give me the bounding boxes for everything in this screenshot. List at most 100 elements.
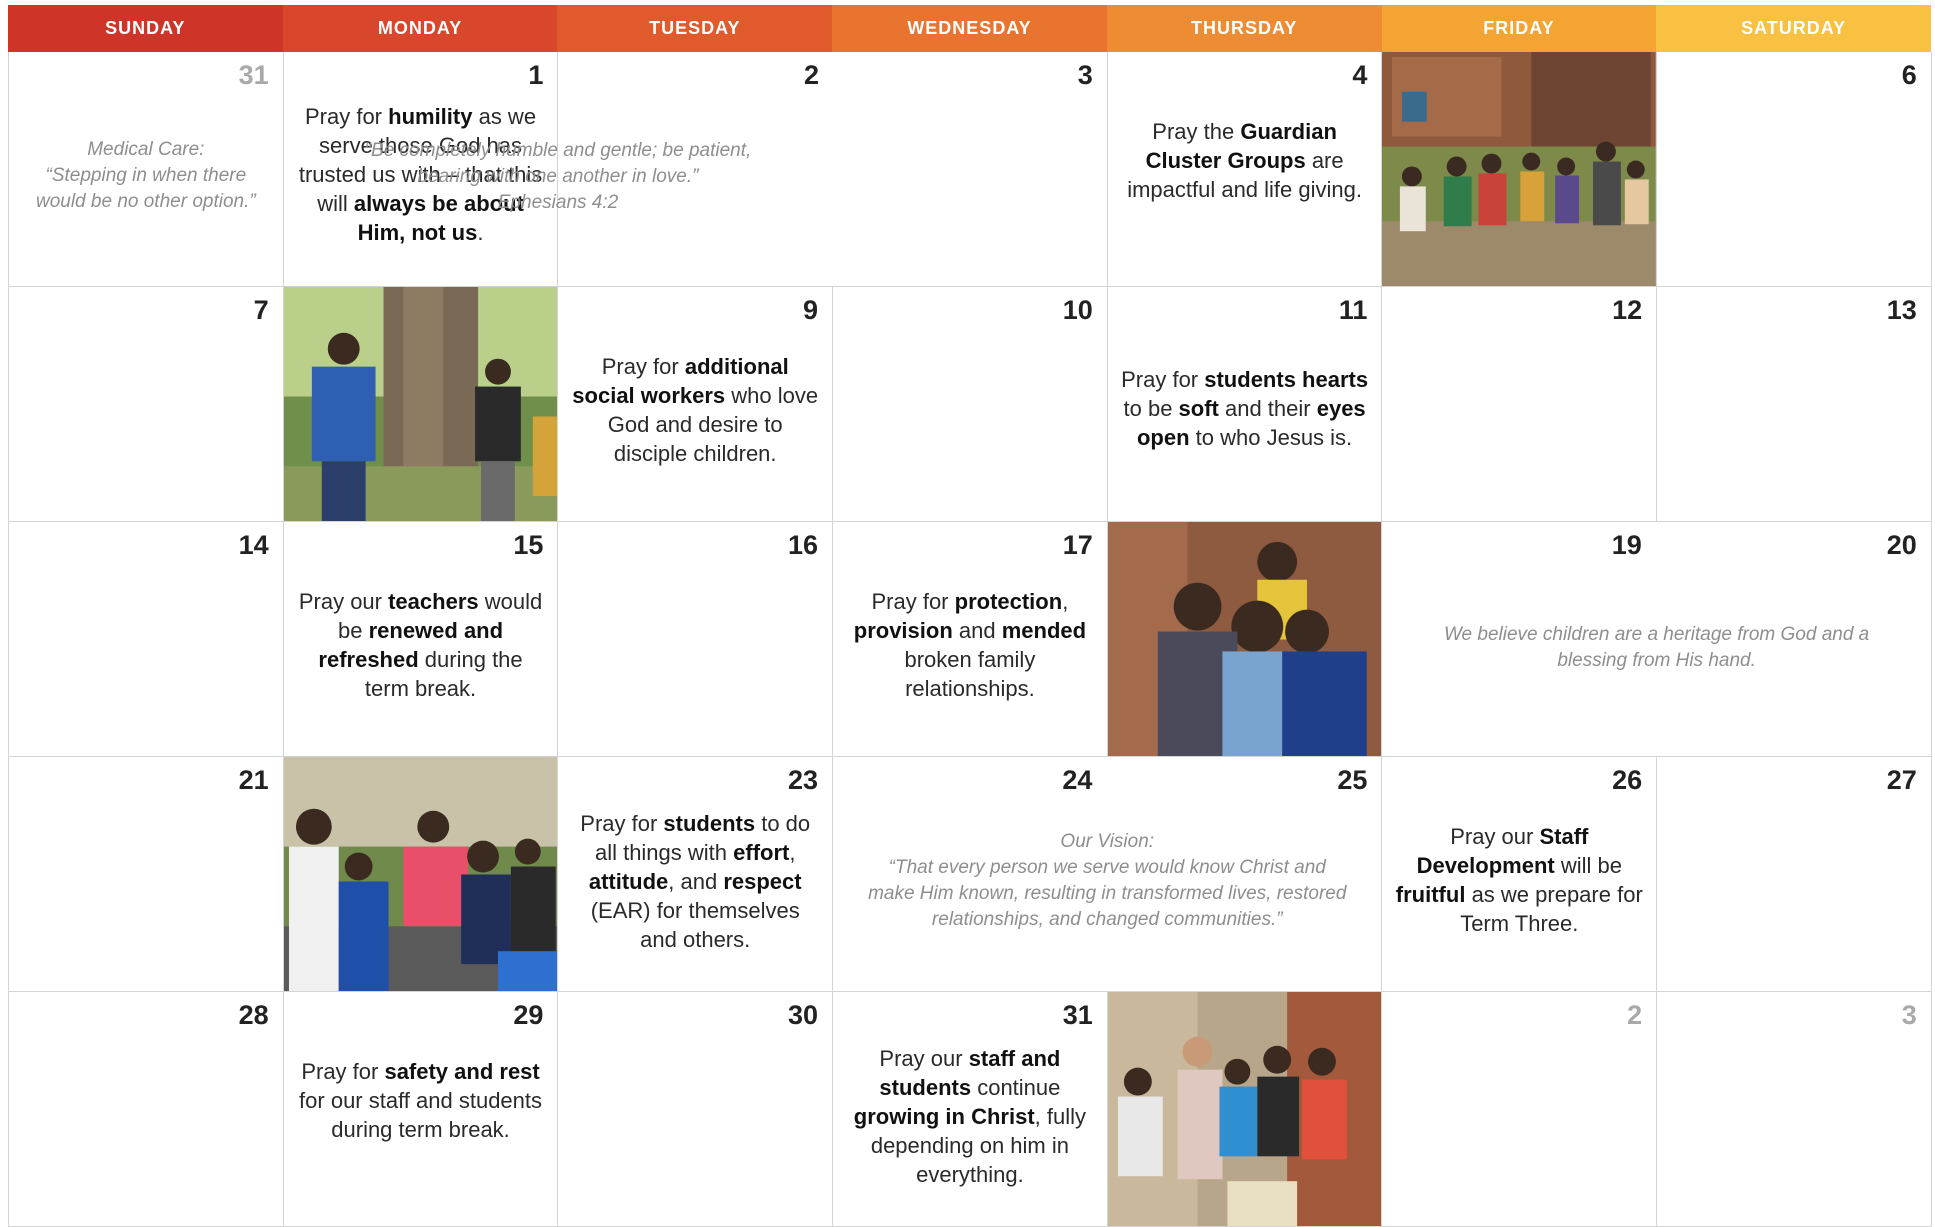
- prayer-note: Pray our teachers would be renewed and r…: [296, 587, 546, 703]
- day-cell-24-25: 24 25 Our Vision: “That every person we …: [833, 757, 1383, 992]
- quote-line: “Stepping in when there: [45, 165, 247, 186]
- day-number: 31: [1062, 1000, 1093, 1030]
- note-text: Pray for: [301, 1059, 385, 1084]
- day-number: 15: [513, 530, 544, 560]
- note-bold: growing in Christ: [853, 1104, 1035, 1129]
- note-text: (EAR) for themselves and others.: [590, 898, 800, 952]
- day-cell-29: 29 Pray for safety and rest for our staf…: [283, 992, 559, 1227]
- prayer-note: Pray for additional social workers who l…: [570, 352, 820, 468]
- header-friday: FRIDAY: [1381, 5, 1657, 52]
- day-cell-19-20: 19 20 We believe children are a heritage…: [1382, 522, 1932, 757]
- quote-line: Ephesians 4:2: [497, 192, 619, 213]
- day-number: 25: [1337, 765, 1368, 795]
- prayer-note: Pray the Guardian Cluster Groups are imp…: [1120, 117, 1370, 204]
- note-bold: fruitful: [1395, 882, 1466, 907]
- note-bold: teachers: [388, 589, 479, 614]
- day-cell-3: 3: [833, 52, 1108, 287]
- note-text: Pray for: [1121, 367, 1205, 392]
- day-cell-9: 9 Pray for additional social workers who…: [558, 287, 834, 522]
- note-text: Pray for: [580, 811, 664, 836]
- day-cell-12: 12: [1382, 287, 1658, 522]
- day-cell-28: 28: [9, 992, 284, 1227]
- note-text: ,: [789, 840, 796, 865]
- note-text: Pray our: [1450, 824, 1540, 849]
- quote-line: relationships, and changed communities.”: [931, 909, 1283, 930]
- note-bold: students hearts: [1204, 367, 1369, 392]
- day-number: 24: [1062, 765, 1093, 795]
- calendar-grid: 31 Medical Care: “Stepping in when there…: [8, 52, 1932, 1227]
- note-text: ,: [1062, 589, 1069, 614]
- day-cell-31: 31 Pray our staff and students continue …: [833, 992, 1108, 1227]
- day-cell-7: 7: [9, 287, 284, 522]
- day-cell-3-next: 3: [1657, 992, 1932, 1227]
- header-monday: MONDAY: [282, 5, 558, 52]
- quote-line: Our Vision:: [1060, 831, 1155, 852]
- day-cell-2-next: 2: [1382, 992, 1658, 1227]
- quote-line: We believe children are a heritage from …: [1443, 624, 1870, 645]
- prayer-note: Pray for students to do all things with …: [570, 809, 820, 954]
- day-cell-13: 13: [1657, 287, 1932, 522]
- day-cell-10: 10: [833, 287, 1108, 522]
- header-saturday: SATURDAY: [1656, 5, 1931, 52]
- day-number: 21: [238, 765, 269, 795]
- note-bold: students: [663, 811, 756, 836]
- day-number: 1: [528, 60, 544, 90]
- day-cell-16: 16: [558, 522, 834, 757]
- note-text: to be: [1123, 396, 1179, 421]
- day-number: 9: [803, 295, 819, 325]
- day-number: 29: [513, 1000, 544, 1030]
- day-number: 6: [1901, 60, 1917, 90]
- quote-line: make Him known, resulting in transformed…: [868, 883, 1347, 904]
- day-cell-4: 4 Pray the Guardian Cluster Groups are i…: [1107, 52, 1383, 287]
- note-text: to who Jesus is.: [1189, 425, 1353, 450]
- students-group-photo: [1107, 992, 1382, 1226]
- day-number: 19: [1611, 530, 1642, 560]
- day-cell-14: 14: [9, 522, 284, 757]
- day-number: 11: [1338, 295, 1368, 325]
- note-bold: mended: [1001, 618, 1087, 643]
- day-number: 31: [238, 60, 269, 90]
- day-number: 3: [1077, 60, 1093, 90]
- woman-with-children-photo: [283, 757, 558, 991]
- day-number: 10: [1062, 295, 1093, 325]
- note-text: broken family relationships.: [904, 647, 1036, 701]
- prayer-note: Pray for protection, provision and mende…: [845, 587, 1095, 703]
- note-bold: protection: [954, 589, 1063, 614]
- family-group-photo: [1382, 52, 1657, 286]
- day-cell-30: 30: [558, 992, 834, 1227]
- day-number: 13: [1886, 295, 1917, 325]
- photo-cell-family-outdoors: [1382, 52, 1658, 287]
- note-bold: humility: [388, 104, 473, 129]
- day-cell-26: 26 Pray our Staff Development will be fr…: [1382, 757, 1658, 992]
- day-number: 26: [1612, 765, 1643, 795]
- day-number: 4: [1352, 60, 1368, 90]
- prayer-note: Pray for safety and rest for our staff a…: [296, 1057, 546, 1144]
- prayer-note: Pray our Staff Development will be fruit…: [1394, 822, 1644, 938]
- day-number: 16: [788, 530, 819, 560]
- note-text: will be: [1554, 853, 1622, 878]
- family-embrace-photo: [1107, 522, 1382, 756]
- day-number: 2: [1627, 1000, 1643, 1030]
- prayer-calendar: SUNDAY MONDAY TUESDAY WEDNESDAY THURSDAY…: [8, 5, 1932, 1227]
- quote-line: blessing from His hand.: [1557, 650, 1756, 671]
- note-bold: effort: [733, 840, 790, 865]
- day-cell-15: 15 Pray our teachers would be renewed an…: [283, 522, 559, 757]
- note-bold: attitude: [588, 869, 669, 894]
- vision-quote: Our Vision: “That every person we serve …: [847, 829, 1367, 933]
- day-number: 17: [1062, 530, 1093, 560]
- day-number: 30: [788, 1000, 819, 1030]
- quote-line: bearing with one another in love.”: [417, 166, 699, 187]
- prayer-note: Pray for students hearts to be soft and …: [1120, 365, 1370, 452]
- day-number: 7: [253, 295, 269, 325]
- quote-line: would be no other option.”: [35, 191, 256, 212]
- note-bold: soft: [1178, 396, 1219, 421]
- note-text: .: [477, 220, 484, 245]
- header-wednesday: WEDNESDAY: [832, 5, 1107, 52]
- day-cell-17: 17 Pray for protection, provision and me…: [833, 522, 1108, 757]
- photo-cell-family-hug: [1107, 522, 1383, 757]
- day-number: 12: [1612, 295, 1643, 325]
- photo-cell-students: [1107, 992, 1383, 1227]
- day-cell-11: 11 Pray for students hearts to be soft a…: [1107, 287, 1383, 522]
- note-bold: provision: [853, 618, 953, 643]
- note-text: , and: [668, 869, 724, 894]
